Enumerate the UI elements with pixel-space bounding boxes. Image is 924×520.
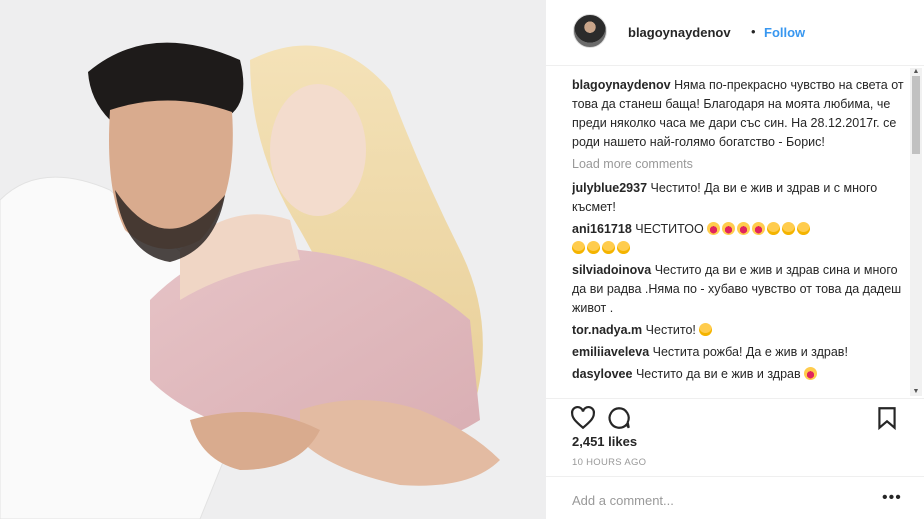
comment-item: julyblue2937 Честито! Да ви е жив и здра… — [572, 179, 908, 217]
comment-username[interactable]: silviadoinova — [572, 263, 651, 277]
add-comment-input[interactable] — [570, 489, 864, 511]
comments-scrollbar[interactable]: ▲ ▼ — [910, 68, 922, 396]
caption-username[interactable]: blagoynaydenov — [572, 78, 671, 92]
heart-eyes-emoji-icon — [804, 367, 818, 380]
heart-eyes-emoji-icon — [707, 222, 721, 235]
post-header: blagoynaydenov • Follow — [546, 0, 924, 66]
scroll-down-arrow-icon[interactable]: ▼ — [910, 388, 922, 396]
hugging-emoji-icon — [699, 323, 713, 336]
post-photo[interactable] — [0, 0, 546, 519]
comment-text: ЧЕСТИТОО — [635, 222, 704, 236]
smiley-emoji-icon — [587, 241, 600, 254]
smiley-emoji-icon — [782, 222, 796, 235]
comment-text: Честито да ви е жив и здрав — [635, 367, 801, 381]
smiley-emoji-icon — [572, 241, 585, 254]
comment-item: ani161718 ЧЕСТИТОО — [572, 220, 908, 258]
post-sidebar: blagoynaydenov • Follow blagoynaydenov Н… — [546, 0, 924, 519]
more-options-button[interactable]: ••• — [882, 489, 902, 507]
comment-item: silviadoinova Честито да ви е жив и здра… — [572, 261, 908, 318]
comment-text: Честито! — [645, 323, 696, 337]
comment-username[interactable]: ani161718 — [572, 222, 632, 236]
heart-eyes-emoji-icon — [722, 222, 736, 235]
comment-bubble-icon[interactable] — [606, 405, 632, 431]
scrollbar-thumb[interactable] — [912, 76, 920, 154]
comment-username[interactable]: dasylovee — [572, 367, 632, 381]
heart-outline-icon[interactable] — [570, 405, 596, 431]
comment-text: Честита рожба! Да е жив и здрав! — [652, 345, 848, 359]
header-username[interactable]: blagoynaydenov — [628, 25, 731, 40]
action-bar — [546, 398, 924, 433]
comment-username[interactable]: tor.nadya.m — [572, 323, 642, 337]
smiley-emoji-icon — [617, 241, 630, 254]
comment-item: tor.nadya.m Честито! — [572, 321, 908, 340]
timestamp[interactable]: 10 HOURS AGO — [572, 457, 646, 468]
heart-eyes-emoji-icon — [752, 222, 766, 235]
smiley-emoji-icon — [602, 241, 615, 254]
scroll-up-arrow-icon[interactable]: ▲ — [910, 68, 922, 76]
load-more-comments[interactable]: Load more comments — [572, 155, 908, 174]
smiley-emoji-icon — [797, 222, 811, 235]
follow-button[interactable]: Follow — [764, 25, 805, 40]
header-separator: • — [751, 24, 756, 39]
photo-illustration — [0, 0, 546, 519]
avatar[interactable] — [573, 14, 607, 48]
heart-eyes-emoji-icon — [737, 222, 751, 235]
bookmark-icon[interactable] — [874, 405, 900, 431]
likes-count[interactable]: 2,451 likes — [572, 434, 637, 449]
comment-item: dasylovee Честито да ви е жив и здрав — [572, 365, 908, 384]
comment-username[interactable]: emiliiaveleva — [572, 345, 649, 359]
comment-item: emiliiaveleva Честита рожба! Да е жив и … — [572, 343, 908, 362]
caption: blagoynaydenov Няма по-прекрасно чувство… — [572, 76, 908, 152]
comments-list: blagoynaydenov Няма по-прекрасно чувство… — [572, 76, 908, 394]
smiley-emoji-icon — [767, 222, 781, 235]
add-comment-bar: ••• — [546, 476, 924, 520]
comment-username[interactable]: julyblue2937 — [572, 181, 647, 195]
